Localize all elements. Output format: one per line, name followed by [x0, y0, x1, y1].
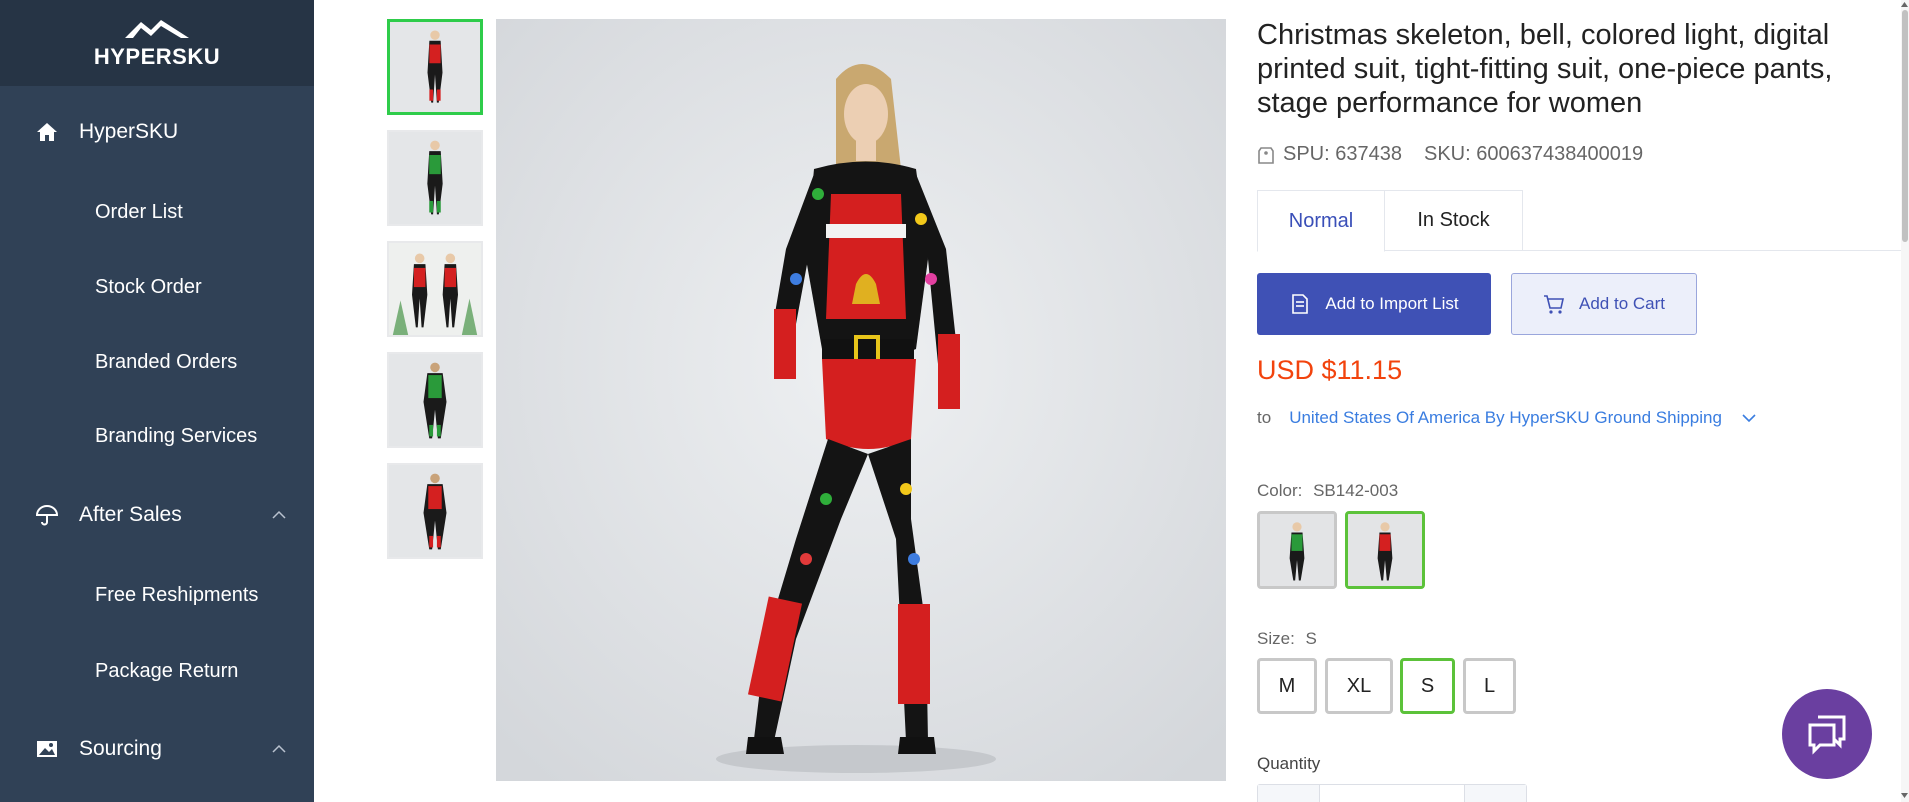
quantity-increase-button[interactable]	[1464, 785, 1526, 802]
product-thumbnail-image	[389, 354, 481, 446]
image-icon	[34, 736, 60, 762]
sidebar-item-label: Branding Services	[95, 424, 258, 447]
add-to-cart-label: Add to Cart	[1579, 294, 1665, 313]
chevron-up-icon[interactable]	[272, 510, 286, 520]
size-label-text: Size:	[1257, 629, 1295, 648]
chat-button[interactable]	[1782, 689, 1872, 779]
sidebar-item-label: Order List	[95, 200, 183, 223]
sidebar-group-sourcing[interactable]: Sourcing	[0, 721, 314, 777]
sidebar-item-free-reshipments[interactable]: Free Reshipments	[0, 567, 314, 623]
sidebar-group-label: After Sales	[79, 503, 182, 526]
umbrella-icon	[34, 502, 60, 528]
quantity-stepper	[1257, 784, 1527, 802]
add-to-cart-button[interactable]: Add to Cart	[1511, 273, 1697, 335]
size-option-m[interactable]: M	[1257, 658, 1317, 714]
sidebar-item-label: HyperSKU	[79, 120, 179, 143]
size-option-s[interactable]: S	[1400, 658, 1455, 714]
product-thumbnail-image	[389, 132, 481, 224]
thumbnail-3[interactable]	[387, 241, 483, 337]
spu-code: SPU: 637438	[1283, 143, 1402, 165]
logo-roof-icon	[125, 20, 189, 38]
tab-normal[interactable]: Normal	[1257, 190, 1385, 252]
chevron-down-icon[interactable]	[1742, 413, 1756, 423]
product-photo	[496, 19, 1226, 781]
sidebar-item-package-return[interactable]: Package Return	[0, 643, 314, 699]
tag-icon	[1258, 146, 1274, 164]
tab-in-stock[interactable]: In Stock	[1385, 190, 1523, 251]
swatch-image	[1348, 514, 1422, 586]
shipping-selector: to United States Of America By HyperSKU …	[1257, 408, 1756, 428]
swatch-image	[1260, 514, 1334, 586]
thumbnail-4[interactable]	[387, 352, 483, 448]
document-icon	[1292, 294, 1309, 314]
scroll-down-arrow-icon[interactable]	[1900, 792, 1909, 800]
size-option-l[interactable]: L	[1463, 658, 1516, 714]
stock-type-tabs: Normal In Stock	[1257, 190, 1909, 252]
sidebar-item-branded-orders[interactable]: Branded Orders	[0, 334, 314, 390]
thumbnail-5[interactable]	[387, 463, 483, 559]
shipping-destination-link[interactable]: United States Of America By HyperSKU Gro…	[1289, 408, 1722, 428]
sidebar-item-order-list[interactable]: Order List	[0, 184, 314, 240]
color-swatch-green[interactable]	[1257, 511, 1337, 589]
sidebar-item-label: Free Reshipments	[95, 583, 259, 606]
scrollbar-thumb[interactable]	[1902, 10, 1908, 242]
cart-icon	[1544, 295, 1564, 314]
size-value: S	[1305, 629, 1317, 648]
sidebar-item-hypersku[interactable]: HyperSKU	[0, 104, 314, 160]
size-option-xl[interactable]: XL	[1325, 658, 1393, 714]
quantity-label: Quantity	[1257, 754, 1321, 773]
app-root: HYPERSKU HyperSKU Order List Stock Order…	[0, 0, 1909, 802]
sku-code: SKU: 600637438400019	[1423, 143, 1644, 165]
sidebar: HYPERSKU HyperSKU Order List Stock Order…	[0, 0, 314, 802]
chevron-up-icon[interactable]	[272, 744, 286, 754]
home-icon	[34, 119, 60, 145]
thumbnail-1[interactable]	[387, 19, 483, 115]
add-to-import-list-label: Add to Import List	[1325, 294, 1459, 313]
product-title: Christmas skeleton, bell, colored light,…	[1257, 19, 1833, 119]
size-label: Size: S	[1257, 629, 1317, 649]
color-label-text: Color:	[1257, 481, 1303, 500]
chat-bubbles-icon	[1808, 715, 1846, 755]
logo-text: HYPERSKU	[93, 44, 221, 69]
color-swatch-red[interactable]	[1345, 511, 1425, 589]
scroll-up-arrow-icon[interactable]	[1900, 0, 1909, 8]
sidebar-item-stock-order[interactable]: Stock Order	[0, 259, 314, 315]
logo[interactable]: HYPERSKU	[0, 0, 314, 86]
sidebar-item-label: Branded Orders	[95, 350, 238, 373]
color-label: Color: SB142-003	[1257, 481, 1398, 501]
product-thumbnail-image	[389, 243, 481, 335]
main-product-image[interactable]	[496, 19, 1226, 781]
sidebar-item-branding-services[interactable]: Branding Services	[0, 408, 314, 464]
product-thumbnail-image	[389, 465, 481, 557]
quantity-decrease-button[interactable]	[1258, 785, 1320, 802]
product-price: USD $11.15	[1257, 355, 1403, 385]
shipping-to-label: to	[1257, 408, 1272, 427]
product-thumbnail-image	[390, 22, 480, 112]
sidebar-group-label: Sourcing	[79, 737, 162, 760]
add-to-import-list-button[interactable]: Add to Import List	[1257, 273, 1491, 335]
sidebar-group-after-sales[interactable]: After Sales	[0, 487, 314, 543]
product-codes: SPU: 637438 SKU: 600637438400019	[1257, 143, 1643, 166]
sidebar-item-label: Package Return	[95, 659, 239, 682]
color-value: SB142-003	[1313, 481, 1399, 500]
thumbnail-2[interactable]	[387, 130, 483, 226]
sidebar-item-label: Stock Order	[95, 275, 202, 298]
